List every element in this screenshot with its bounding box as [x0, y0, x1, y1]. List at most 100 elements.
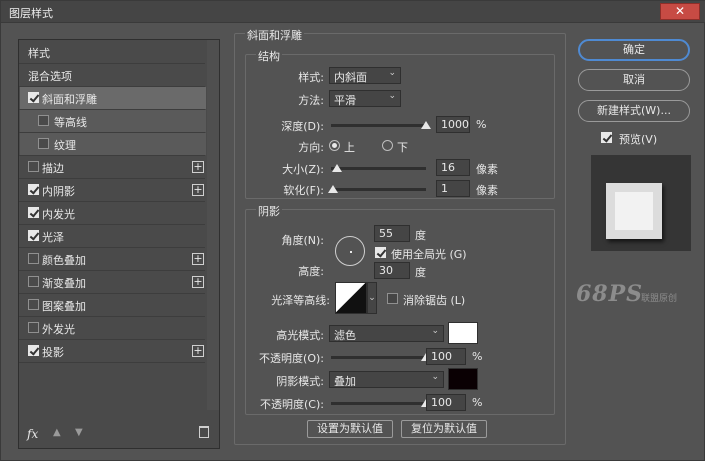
- add-effect-icon[interactable]: +: [192, 184, 204, 196]
- size-unit: 像素: [476, 163, 498, 176]
- style-item-13[interactable]: 投影 +: [20, 340, 206, 362]
- highlight-opacity-label: 不透明度(O):: [259, 352, 324, 365]
- style-item-checkbox[interactable]: [28, 299, 39, 310]
- style-item-5[interactable]: 描边 +: [20, 156, 206, 178]
- style-item-4[interactable]: 纹理: [20, 133, 206, 155]
- style-item-checkbox[interactable]: [28, 230, 39, 241]
- add-effect-icon[interactable]: +: [192, 161, 204, 173]
- shadow-color-swatch[interactable]: [448, 368, 478, 390]
- shading-title: 阴影: [256, 203, 282, 219]
- soften-input[interactable]: 1: [436, 180, 470, 197]
- style-item-checkbox[interactable]: [28, 161, 39, 172]
- trash-icon[interactable]: [199, 426, 209, 438]
- new-style-button[interactable]: 新建样式(W)...: [578, 100, 690, 122]
- highlight-opacity-input[interactable]: 100: [426, 348, 466, 365]
- style-item-checkbox[interactable]: [38, 115, 49, 126]
- depth-slider-thumb[interactable]: [421, 121, 431, 129]
- add-effect-icon[interactable]: +: [192, 253, 204, 265]
- style-item-checkbox[interactable]: [28, 207, 39, 218]
- direction-down-label: 下: [397, 141, 408, 154]
- structure-title: 结构: [256, 48, 282, 64]
- close-button[interactable]: ✕: [660, 3, 700, 20]
- depth-slider-track[interactable]: [331, 124, 426, 127]
- style-item-checkbox[interactable]: [28, 276, 39, 287]
- add-effect-icon[interactable]: +: [192, 276, 204, 288]
- style-item-7[interactable]: 内发光: [20, 202, 206, 224]
- style-item-label: 投影: [42, 346, 64, 359]
- gloss-contour-dropdown[interactable]: ⌄: [367, 282, 377, 314]
- size-input[interactable]: 16: [436, 159, 470, 176]
- cancel-button[interactable]: 取消: [578, 69, 690, 91]
- reset-default-button[interactable]: 复位为默认值: [401, 420, 487, 438]
- style-item-label: 外发光: [42, 323, 75, 336]
- style-item-9[interactable]: 颜色叠加 +: [20, 248, 206, 270]
- style-item-10[interactable]: 渐变叠加 +: [20, 271, 206, 293]
- style-item-checkbox[interactable]: [28, 92, 39, 103]
- style-item-8[interactable]: 光泽: [20, 225, 206, 247]
- bevel-group-title: 斜面和浮雕: [245, 27, 304, 43]
- add-effect-icon[interactable]: +: [192, 345, 204, 357]
- style-item-checkbox[interactable]: [28, 322, 39, 333]
- shadow-mode-select[interactable]: 叠加 ⌄: [329, 371, 444, 388]
- style-item-label: 图案叠加: [42, 300, 86, 313]
- soften-slider-track[interactable]: [331, 188, 426, 191]
- gloss-contour-label: 光泽等高线:: [271, 294, 330, 307]
- direction-down-radio[interactable]: [382, 140, 393, 151]
- ok-button[interactable]: 确定: [578, 39, 690, 61]
- down-arrow-icon[interactable]: ▼: [75, 427, 83, 438]
- depth-unit: %: [476, 118, 487, 131]
- gloss-contour-thumbnail[interactable]: [335, 282, 367, 314]
- make-default-button[interactable]: 设置为默认值: [307, 420, 393, 438]
- style-item-11[interactable]: 图案叠加: [20, 294, 206, 316]
- shadow-opacity-input[interactable]: 100: [426, 394, 466, 411]
- soften-slider-thumb[interactable]: [327, 185, 338, 193]
- style-select[interactable]: 内斜面 ⌄: [329, 67, 401, 84]
- highlight-opacity-slider-track[interactable]: [331, 356, 426, 359]
- style-item-1[interactable]: 混合选项: [20, 64, 206, 86]
- global-light-checkbox[interactable]: [375, 247, 386, 258]
- shadow-mode-value: 叠加: [334, 375, 356, 388]
- preview-label: 预览(V): [619, 133, 658, 146]
- antialias-checkbox[interactable]: [387, 293, 398, 304]
- shadow-mode-label: 阴影模式:: [276, 375, 324, 388]
- highlight-mode-select[interactable]: 滤色 ⌄: [329, 325, 444, 342]
- style-item-checkbox[interactable]: [28, 253, 39, 264]
- altitude-label: 高度:: [298, 265, 324, 278]
- contour-curve-icon: [335, 282, 367, 314]
- size-slider-thumb[interactable]: [331, 164, 342, 172]
- shadow-opacity-slider-track[interactable]: [331, 402, 426, 405]
- highlight-color-swatch[interactable]: [448, 322, 478, 344]
- up-arrow-icon[interactable]: ▲: [53, 427, 61, 438]
- list-scrollbar[interactable]: [207, 40, 219, 410]
- direction-up-radio[interactable]: [329, 140, 340, 151]
- style-item-12[interactable]: 外发光: [20, 317, 206, 339]
- watermark-logo: 68PS: [576, 281, 644, 307]
- divider: [19, 362, 205, 363]
- structure-group: 结构 样式: 内斜面 ⌄ 方法: 平滑 ⌄ 深度(D): 1000 % 方向: 上 …: [245, 48, 555, 199]
- bevel-emboss-group: 斜面和浮雕 结构 样式: 内斜面 ⌄ 方法: 平滑 ⌄ 深度(D): 1000 % …: [234, 27, 566, 445]
- style-item-checkbox[interactable]: [28, 345, 39, 356]
- layer-style-dialog: 图层样式 ✕ 样式 混合选项 斜面和浮雕 等高线 纹理 描边 + 内阴影 + 内发光 光泽 颜色叠加 +…: [0, 0, 705, 461]
- angle-label: 角度(N):: [281, 234, 324, 247]
- shadow-opacity-unit: %: [472, 396, 483, 409]
- preview-checkbox[interactable]: [601, 132, 612, 143]
- style-item-checkbox[interactable]: [38, 138, 49, 149]
- angle-input[interactable]: 55: [374, 225, 410, 242]
- altitude-input[interactable]: 30: [374, 262, 410, 279]
- technique-select[interactable]: 平滑 ⌄: [329, 90, 401, 107]
- style-item-2[interactable]: 斜面和浮雕: [20, 87, 206, 109]
- watermark-caption: 联盟原创: [641, 294, 678, 304]
- angle-dial[interactable]: [335, 236, 365, 266]
- style-item-checkbox[interactable]: [28, 184, 39, 195]
- style-item-0[interactable]: 样式: [20, 41, 206, 63]
- style-item-label: 纹理: [54, 139, 76, 152]
- style-item-6[interactable]: 内阴影 +: [20, 179, 206, 201]
- highlight-mode-label: 高光模式:: [276, 329, 324, 342]
- style-item-3[interactable]: 等高线: [20, 110, 206, 132]
- direction-label: 方向:: [298, 141, 324, 154]
- antialias-label: 消除锯齿 (L): [403, 294, 466, 307]
- fx-button[interactable]: fx: [27, 427, 38, 441]
- depth-input[interactable]: 1000: [436, 116, 470, 133]
- highlight-opacity-unit: %: [472, 350, 483, 363]
- size-slider-track[interactable]: [331, 167, 426, 170]
